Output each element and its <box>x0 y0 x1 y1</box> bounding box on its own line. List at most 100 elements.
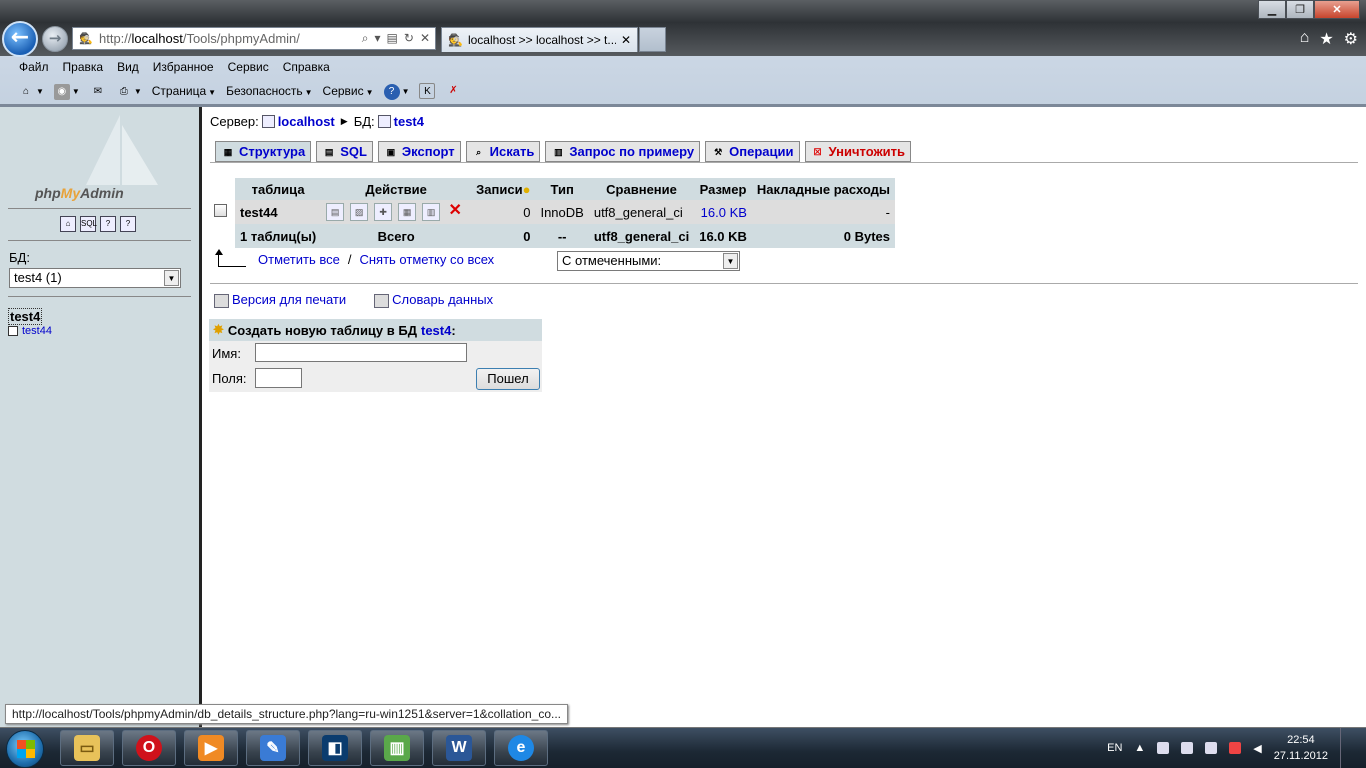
ie-icon: e <box>508 735 534 761</box>
home-icon[interactable]: ⌂ <box>1300 29 1310 49</box>
empty-icon[interactable]: ▥ <box>422 203 441 221</box>
page-icon: 🕵 <box>79 33 93 45</box>
show-hidden-icon[interactable]: ▲ <box>1134 742 1145 754</box>
settings-gear-icon[interactable]: ⚙ <box>1344 29 1358 49</box>
home-icon[interactable]: ⌂ <box>60 216 76 232</box>
table-name-input[interactable] <box>255 343 467 362</box>
device-icon[interactable] <box>1205 742 1218 754</box>
refresh-icon[interactable]: ↻ <box>404 31 414 46</box>
minimize-button[interactable]: ▁ <box>1258 0 1286 19</box>
tab-structure[interactable]: ▦ Структура <box>215 141 312 162</box>
forward-button[interactable]: → <box>42 26 68 52</box>
taskbar-explorer[interactable]: ▭ <box>60 730 114 766</box>
go-button[interactable]: Пошел <box>476 368 540 390</box>
clock[interactable]: 22:54 27.11.2012 <box>1274 732 1328 764</box>
maximize-button[interactable]: ❐ <box>1286 0 1314 19</box>
browser-tab[interactable]: 🕵 localhost >> localhost >> t... ✕ <box>441 27 638 52</box>
documentation-icon[interactable]: ? <box>100 216 116 232</box>
word-icon: W <box>446 735 472 761</box>
back-button[interactable]: ← <box>2 21 38 57</box>
address-bar[interactable]: 🕵 http://localhost/Tools/phpmyAdmin/ ⌕ ▾… <box>72 27 436 50</box>
table-name[interactable]: test44 <box>235 200 322 224</box>
taskbar-media-player[interactable]: ▶ <box>184 730 238 766</box>
page-menu[interactable]: Страница ▼ <box>152 84 216 98</box>
row-checkbox[interactable] <box>214 204 227 217</box>
tab-operations[interactable]: ⚒ Операции <box>705 141 800 162</box>
select-icon[interactable]: ▨ <box>350 203 369 221</box>
drop-icon[interactable]: ✕ <box>446 203 464 221</box>
check-all-link[interactable]: Отметить все <box>258 252 340 267</box>
name-label: Имя: <box>212 346 241 361</box>
taskbar-paint[interactable]: ✎ <box>246 730 300 766</box>
breadcrumb: Сервер: localhost ▶ БД: test4 <box>210 114 424 129</box>
browse-icon[interactable]: ▤ <box>326 203 345 221</box>
taskbar-opera[interactable]: O <box>122 730 176 766</box>
mysql-docs-icon[interactable]: ? <box>120 216 136 232</box>
network-icon[interactable] <box>1181 742 1194 754</box>
menu-help[interactable]: Справка <box>276 60 337 74</box>
help-button[interactable]: ? ▼ <box>383 83 409 100</box>
insert-icon[interactable]: ✚ <box>374 203 393 221</box>
tab-close-icon[interactable]: ✕ <box>621 33 631 47</box>
kaspersky-icon[interactable]: K <box>419 83 436 99</box>
sql-query-icon[interactable]: SQL <box>80 216 97 232</box>
menu-edit[interactable]: Правка <box>56 60 111 74</box>
taskbar-word[interactable]: W <box>432 730 486 766</box>
power-icon[interactable] <box>1229 742 1242 754</box>
favorites-star-icon[interactable]: ★ <box>1319 29 1333 49</box>
opera-icon: O <box>136 735 162 761</box>
tab-query-by-example[interactable]: ▥ Запрос по примеру <box>545 141 701 162</box>
volume-icon[interactable]: ◀ <box>1253 742 1261 755</box>
start-button[interactable] <box>6 730 44 768</box>
compat-view-icon[interactable]: ▤ <box>387 31 398 46</box>
windows-taskbar: ▭ O ▶ ✎ ◧ ▥ W e EN ▲ ◀ 22:54 27.11.2012 <box>0 728 1366 768</box>
close-window-button[interactable]: ✕ <box>1314 0 1360 19</box>
mail-button[interactable]: ✉ <box>90 83 106 100</box>
menu-file[interactable]: Файл <box>12 60 56 74</box>
search-icon[interactable]: ⌕ <box>362 31 369 46</box>
security-menu[interactable]: Безопасность ▼ <box>226 84 312 98</box>
database-select[interactable]: test4 (1) ▼ <box>9 268 181 288</box>
flag-icon[interactable] <box>1157 742 1170 754</box>
print-version-link[interactable]: Версия для печати <box>214 292 346 308</box>
tab-search[interactable]: ⌕ Искать <box>465 141 541 162</box>
stop-icon[interactable]: ✕ <box>420 31 430 46</box>
research-icon[interactable]: ✗ <box>445 83 461 99</box>
tab-drop[interactable]: ☒ Уничтожить <box>804 141 912 162</box>
taskbar-app[interactable]: ▥ <box>370 730 424 766</box>
feeds-button[interactable]: ◉ ▼ <box>53 83 80 100</box>
create-table-header: ✸ Создать новую таблицу в БД test4: <box>209 319 542 341</box>
taskbar-ie[interactable]: e <box>494 730 548 766</box>
show-desktop-button[interactable] <box>1340 728 1352 768</box>
tools-menu[interactable]: Сервис ▼ <box>323 84 374 98</box>
dropdown-icon[interactable]: ▾ <box>375 31 381 46</box>
properties-icon[interactable]: ▦ <box>398 203 417 221</box>
language-indicator[interactable]: EN <box>1107 742 1122 754</box>
create-db-link[interactable]: test4 <box>421 323 451 338</box>
total-type: -- <box>535 224 589 248</box>
tab-export[interactable]: ▣ Экспорт <box>377 141 461 162</box>
size-link[interactable]: 16.0 KB <box>701 205 747 220</box>
home-button[interactable]: ⌂ ▼ <box>18 83 44 100</box>
new-tab-button[interactable] <box>639 27 666 52</box>
taskbar-dolby[interactable]: ◧ <box>308 730 362 766</box>
current-database-name[interactable]: test4 <box>8 308 43 325</box>
menu-tools[interactable]: Сервис <box>221 60 276 74</box>
fields-count-input[interactable] <box>255 368 302 388</box>
breadcrumb-db-link[interactable]: test4 <box>394 114 424 129</box>
phpmyadmin-logo[interactable]: phpMyAdmin <box>30 115 180 203</box>
hint-bulb-icon[interactable]: ● <box>523 182 531 197</box>
menu-favorites[interactable]: Избранное <box>146 60 221 74</box>
data-dictionary-link[interactable]: Словарь данных <box>374 292 493 308</box>
divider <box>8 296 191 297</box>
search-icon: ⌕ <box>476 146 482 157</box>
sidebar-table-link[interactable]: test44 <box>8 325 52 337</box>
fields-label: Поля: <box>212 371 247 386</box>
uncheck-all-link[interactable]: Снять отметку со всех <box>359 252 494 267</box>
breadcrumb-server-link[interactable]: localhost <box>278 114 335 129</box>
address-url[interactable]: http://localhost/Tools/phpmyAdmin/ <box>99 31 362 46</box>
with-selected-select[interactable]: С отмеченными: ▼ <box>557 251 740 271</box>
print-button[interactable]: ⎙ ▼ <box>116 83 142 100</box>
menu-view[interactable]: Вид <box>110 60 146 74</box>
tab-sql[interactable]: ▤ SQL <box>316 141 373 162</box>
